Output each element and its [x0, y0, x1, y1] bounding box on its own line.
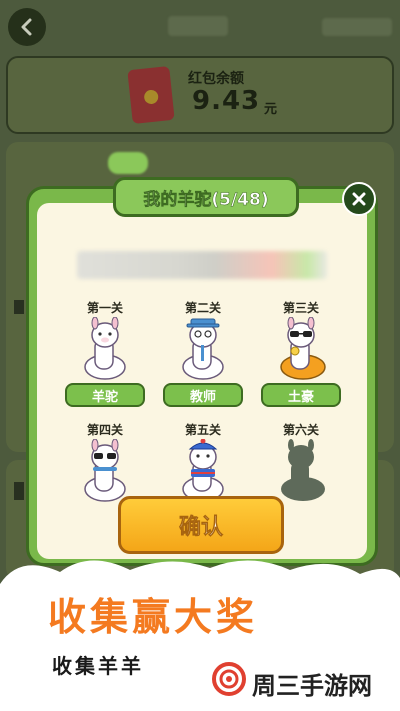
background-marker — [14, 482, 24, 500]
page-title-blurred — [168, 16, 228, 36]
chevron-left-icon — [21, 18, 32, 36]
background-marker — [14, 300, 24, 314]
alpaca-sunglasses-icon — [84, 439, 126, 502]
watermark-text: 周三手游网 — [252, 672, 372, 700]
level-label: 第二关 — [184, 301, 221, 315]
red-packet-icon — [127, 65, 175, 125]
wallet-card: 红包余额 9.43 元 — [6, 56, 394, 134]
top-right-link-blurred[interactable] — [322, 18, 392, 36]
wallet-amount: 9.43 — [192, 86, 261, 116]
modal-title-tab: 我的羊驼(5/48) — [108, 152, 299, 217]
modal-title: 我的羊驼(5/48) — [143, 189, 269, 210]
level-label: 第三关 — [282, 301, 319, 315]
blurred-info-bar — [77, 251, 327, 279]
alpaca-name-pill: 教师 — [163, 383, 243, 407]
level-label: 第五关 — [184, 423, 221, 437]
alpaca-teacher-icon — [182, 318, 224, 380]
back-button[interactable] — [8, 8, 46, 46]
level-label: 第六关 — [282, 423, 319, 437]
alpaca-sailor-icon — [182, 439, 224, 502]
alpaca-plain-icon — [84, 317, 126, 380]
level-label: 第四关 — [86, 423, 123, 437]
alpaca-tycoon-icon — [280, 317, 326, 380]
close-icon — [352, 192, 366, 206]
alpaca-silhouette-icon — [281, 439, 325, 501]
close-button[interactable] — [342, 182, 376, 216]
level-label: 第一关 — [86, 301, 123, 315]
blurred-decoration — [108, 152, 148, 174]
alpaca-card[interactable]: 第二关 教师 — [155, 299, 251, 415]
watermark-logo-icon — [212, 662, 246, 696]
alpaca-name-pill: 土豪 — [261, 383, 341, 407]
wallet-unit: 元 — [264, 102, 278, 117]
alpaca-card[interactable]: 第一关 羊驼 — [57, 299, 153, 415]
alpaca-card[interactable]: 第三关 土豪 — [253, 299, 349, 415]
promo-subtitle: 收集羊羊 — [52, 654, 144, 678]
confirm-button[interactable]: 确认 — [118, 496, 284, 554]
promo-title: 收集赢大奖 — [48, 595, 259, 639]
wallet-label: 红包余额 — [188, 71, 244, 87]
top-bar — [0, 0, 400, 52]
alpaca-name-pill: 羊驼 — [65, 383, 145, 407]
